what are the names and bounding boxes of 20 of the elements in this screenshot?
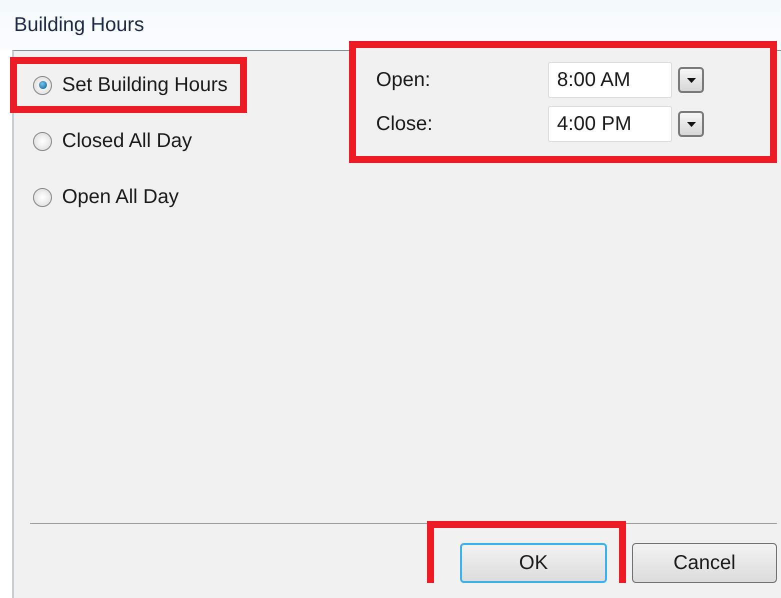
caret-icon <box>686 78 696 82</box>
time-field[interactable]: 8:00 AM <box>548 62 672 98</box>
time-field[interactable]: 4:00 PM <box>548 106 672 142</box>
radio-option[interactable]: Open All Day <box>17 176 240 218</box>
cancel-button[interactable]: Cancel <box>632 543 777 583</box>
radio-option[interactable]: Set Building Hours <box>17 64 240 106</box>
time-label: Open: <box>376 68 432 92</box>
time-label: Close: <box>376 112 434 136</box>
caret-icon <box>686 122 696 126</box>
ok-button[interactable]: OK <box>460 543 607 583</box>
dropdown-button[interactable] <box>678 111 704 137</box>
radio-option[interactable]: Closed All Day <box>17 120 240 162</box>
option-label: Set Building Hours <box>62 75 228 95</box>
dropdown-button[interactable] <box>678 67 704 93</box>
radio-button[interactable] <box>33 132 52 150</box>
radio-button[interactable] <box>33 188 52 206</box>
radio-button[interactable] <box>33 76 52 94</box>
option-label: Open All Day <box>62 187 179 207</box>
window-title: Building Hours <box>14 14 144 36</box>
option-label: Closed All Day <box>62 131 192 151</box>
